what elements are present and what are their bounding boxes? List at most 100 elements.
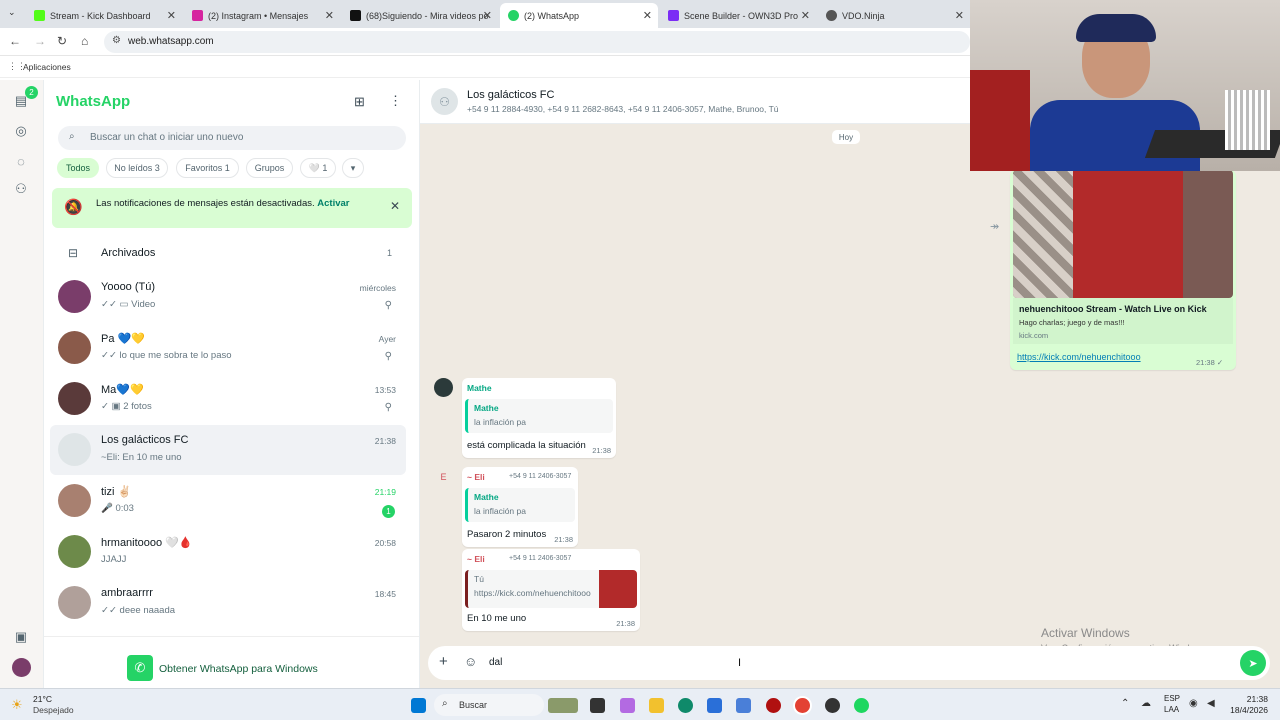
tab-vdo-ninja[interactable]: VDO.Ninja ✕ (818, 3, 970, 28)
link-url[interactable]: https://kick.com/nehuenchitooo (1017, 352, 1141, 362)
mail-icon[interactable] (736, 698, 751, 713)
clock-time[interactable]: 21:38 (1230, 694, 1268, 704)
tab-tiktok[interactable]: (68)Siguiendo - Mira videos po ✕ (342, 3, 498, 28)
bookmark-apps[interactable]: Aplicaciones (23, 62, 71, 72)
back-icon[interactable]: ← (9, 34, 21, 48)
tab-label: (2) Instagram • Mensajes (208, 10, 309, 21)
media-icon[interactable]: ▣ (12, 628, 30, 646)
quoted-message[interactable]: Mathe la inflación pa (465, 399, 613, 433)
sender-name[interactable]: Mathe (467, 383, 492, 393)
tab-own3d[interactable]: Scene Builder - OWN3D Pro ✕ (660, 3, 816, 28)
sender-name[interactable]: ~ Eli (467, 554, 485, 564)
close-icon[interactable]: ✕ (390, 199, 400, 213)
network-icon[interactable]: ☁ (1141, 698, 1151, 709)
wifi-icon[interactable]: ◉ (1189, 698, 1198, 709)
clock-date[interactable]: 18/4/2026 (1230, 705, 1268, 715)
spotify-icon[interactable] (854, 698, 869, 713)
url-field[interactable]: ⚙ web.whatsapp.com (104, 31, 970, 53)
quoted-message[interactable]: Mathe la inflación pa (465, 488, 575, 522)
forward-icon[interactable]: → (34, 34, 46, 48)
filter-list[interactable]: 🤍 1 (300, 158, 336, 178)
status-icon[interactable]: ◎ (12, 122, 30, 140)
vdo-ninja-icon (826, 10, 837, 21)
chat-list-item[interactable]: tizi ✌🏻 🎤 0:03 21:19 1 (50, 476, 406, 526)
group-avatar[interactable]: ⚇ (431, 88, 458, 115)
tab-instagram[interactable]: (2) Instagram • Mensajes ✕ (184, 3, 340, 28)
weather-desc[interactable]: Despejado (33, 705, 74, 715)
search-input[interactable]: ⌕ Buscar un chat o iniciar uno nuevo (58, 126, 406, 150)
chrome-icon[interactable] (795, 698, 810, 713)
app-icon[interactable] (825, 698, 840, 713)
store-icon[interactable] (707, 698, 722, 713)
activate-link[interactable]: Activar (317, 198, 349, 209)
chat-list-item[interactable]: Yoooo (Tú) ✓✓ ▭ Video miércoles ⚲ (50, 272, 406, 322)
incoming-message[interactable]: Mathe Mathe la inflación pa está complicada… (462, 378, 616, 458)
emoji-icon[interactable]: ☺ (464, 654, 477, 669)
communities-icon[interactable]: ⚇ (12, 180, 30, 198)
close-icon[interactable]: ✕ (955, 9, 964, 22)
message-input[interactable]: dal (489, 657, 502, 668)
incoming-message[interactable]: ~ Eli +54 9 11 2406-3057 Tú https://kick.co… (462, 549, 640, 631)
edge-icon[interactable] (678, 698, 693, 713)
channels-icon[interactable]: ◌ (12, 152, 30, 170)
filter-groups[interactable]: Grupos (246, 158, 293, 178)
tab-whatsapp[interactable]: (2) WhatsApp ✕ (500, 3, 658, 28)
archived-row[interactable]: ⊟ Archivados 1 (44, 236, 419, 270)
task-view-icon[interactable] (590, 698, 605, 713)
language-code[interactable]: ESP (1164, 694, 1180, 703)
chat-list-item[interactable]: Ma💙💛 ✓ ▣ 2 fotos 13:53 ⚲ (50, 374, 406, 424)
file-explorer-icon[interactable] (649, 698, 664, 713)
thumbnail-floor (1013, 170, 1073, 298)
attach-icon[interactable]: + (439, 653, 448, 670)
start-icon[interactable] (411, 698, 426, 713)
nav-rail: ▤ 2 ◎ ◌ ⚇ ▣ (0, 80, 44, 688)
chat-list-item[interactable]: hrmanitoooo 🤍🩸 JJAJJ 20:58 (50, 527, 406, 577)
get-app-link[interactable]: Obtener WhatsApp para Windows (159, 663, 318, 675)
sender-avatar[interactable]: E (434, 467, 453, 486)
reload-icon[interactable]: ↻ (57, 34, 67, 48)
filter-more[interactable]: ▾ (342, 158, 364, 178)
tray-chevron-icon[interactable]: ⌃ (1121, 698, 1129, 709)
filter-unread[interactable]: No leídos 3 (106, 158, 168, 178)
close-icon[interactable]: ✕ (483, 9, 492, 22)
site-info-icon[interactable]: ⚙ (112, 35, 121, 46)
outgoing-message[interactable]: nehuenchitooo Stream - Watch Live on Kic… (1010, 170, 1236, 370)
profile-avatar[interactable] (12, 658, 31, 677)
tab-search-icon[interactable]: ⌄ (8, 7, 16, 18)
close-icon[interactable]: ✕ (801, 9, 810, 22)
menu-icon[interactable]: ⋮ (389, 93, 402, 109)
send-button[interactable]: ➤ (1240, 650, 1266, 676)
taskbar-search[interactable]: ⌕ Buscar (434, 694, 544, 716)
bell-off-icon: 🔕 (64, 199, 83, 216)
keyboard-layout[interactable]: LAA (1164, 705, 1179, 714)
group-members: +54 9 11 2884-4930, +54 9 11 2682-8643, … (467, 104, 779, 114)
chat-list-item[interactable]: Los galácticos FC ~Eli: En 10 me uno 21:38 (50, 425, 406, 475)
weather-temp[interactable]: 21°C (33, 694, 52, 704)
group-name: Los galácticos FC (467, 89, 555, 101)
incoming-message[interactable]: ~ Eli +54 9 11 2406-3057 Mathe la inflación… (462, 467, 578, 547)
tab-label: VDO.Ninja (842, 10, 885, 21)
tab-kick[interactable]: Stream - Kick Dashboard ✕ (26, 3, 182, 28)
copilot-icon[interactable] (620, 698, 635, 713)
close-icon[interactable]: ✕ (643, 9, 652, 22)
obs-icon[interactable] (766, 698, 781, 713)
link-domain: kick.com (1019, 331, 1049, 340)
rack (1225, 90, 1270, 150)
filter-favorites[interactable]: Favoritos 1 (176, 158, 239, 178)
close-icon[interactable]: ✕ (325, 9, 334, 22)
chat-list-item[interactable]: Pa 💙💛 ✓✓ lo que me sobra te lo paso Ayer ⚲ (50, 323, 406, 373)
kick-icon (34, 10, 45, 21)
forward-icon[interactable]: ↠ (990, 220, 999, 233)
sender-avatar[interactable] (434, 378, 453, 397)
new-chat-icon[interactable]: ⊞ (354, 94, 365, 110)
sender-name[interactable]: ~ Eli (467, 472, 485, 482)
widget-icon[interactable] (548, 698, 578, 713)
link-preview[interactable]: nehuenchitooo Stream - Watch Live on Kic… (1013, 298, 1233, 344)
close-icon[interactable]: ✕ (167, 9, 176, 22)
filter-all[interactable]: Todos (57, 158, 99, 178)
headset (1076, 14, 1156, 42)
home-icon[interactable]: ⌂ (81, 34, 88, 48)
volume-icon[interactable]: ◀ (1207, 698, 1215, 709)
chat-list-item[interactable]: ambraarrrr ✓✓ deee naaada 18:45 (50, 578, 406, 628)
quoted-message[interactable]: Tú https://kick.com/nehuenchitooo (465, 570, 637, 608)
